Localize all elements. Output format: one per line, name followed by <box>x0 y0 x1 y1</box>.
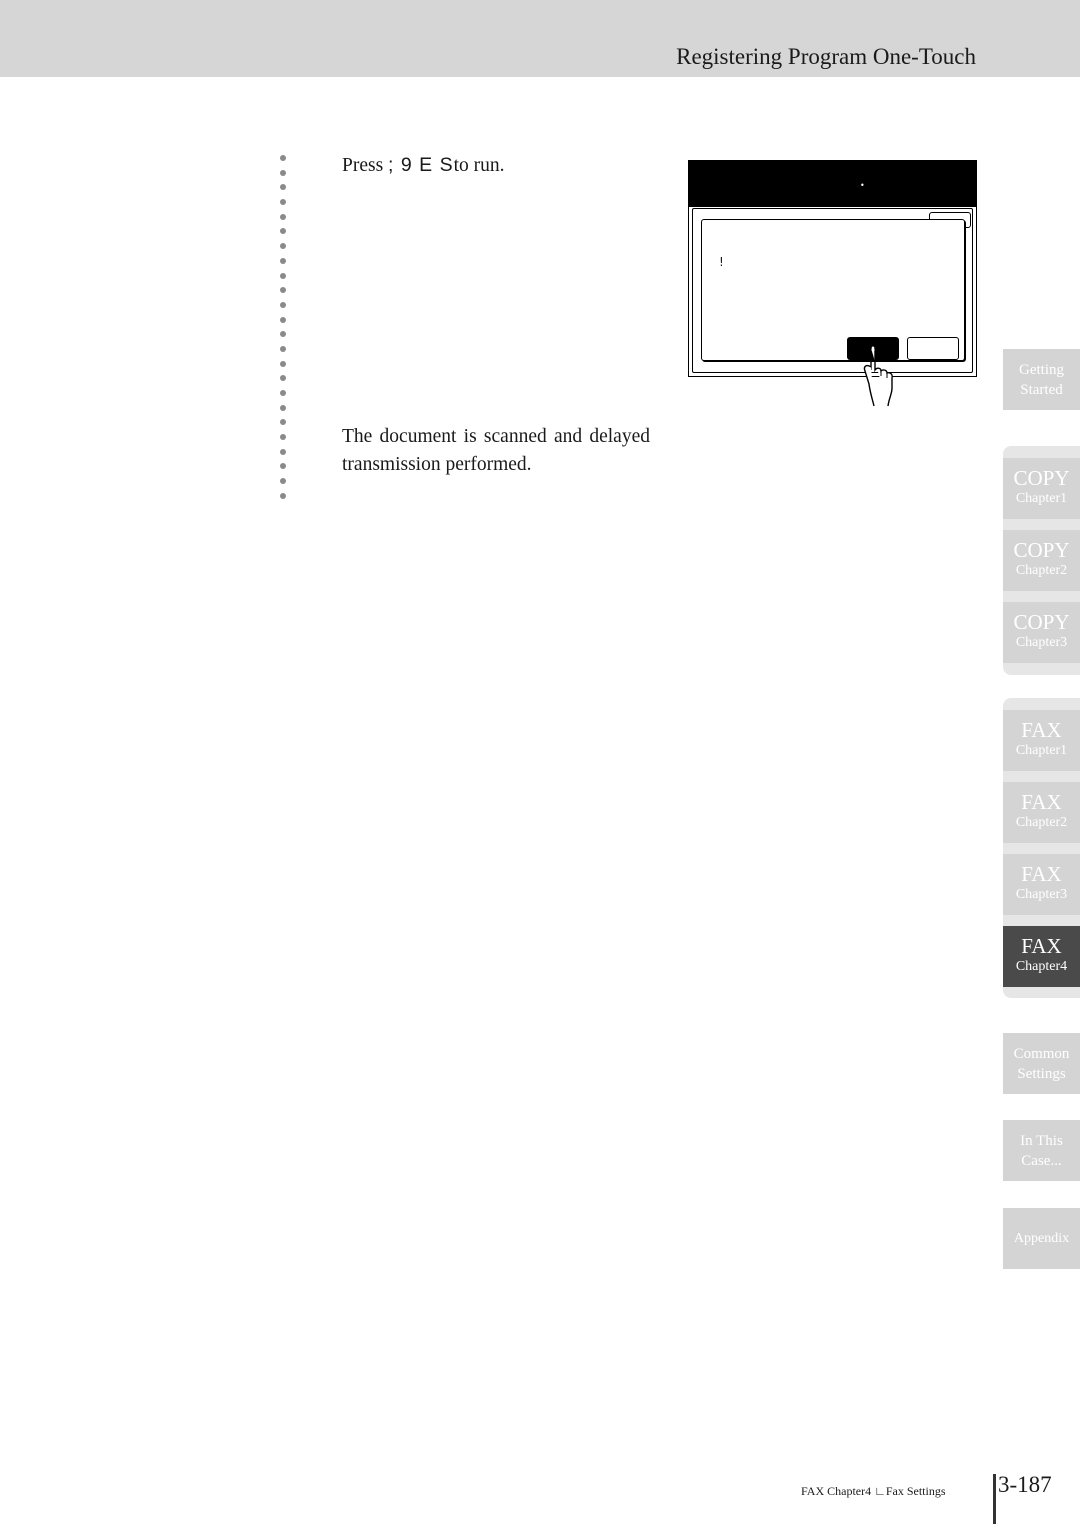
tab-copy-chapter2[interactable]: COPY Chapter2 <box>1003 530 1080 591</box>
footer-section-label: FAX Chapter4 ∟Fax Settings <box>801 1484 946 1498</box>
step-result-text: The document is scanned and delayed tran… <box>342 426 650 475</box>
tab-copy-chapter3[interactable]: COPY Chapter3 <box>1003 602 1080 663</box>
page-number: 3-187 <box>998 1472 1052 1497</box>
button-name-glyphs: ; 9 E S <box>388 154 454 176</box>
step-instruction-press: Press ; 9 E Sto run. <box>342 151 505 180</box>
tab-fax-chapter1[interactable]: FAX Chapter1 <box>1003 710 1080 771</box>
step-suffix: to run. <box>453 155 505 176</box>
dialog-no-button[interactable] <box>907 337 959 360</box>
tab-copy-chapter1[interactable]: COPY Chapter1 <box>1003 458 1080 519</box>
dialog-message: ! <box>719 255 724 269</box>
tab-in-this-case[interactable]: In This Case... <box>1003 1120 1080 1181</box>
tab-appendix[interactable]: Appendix <box>1003 1208 1080 1269</box>
tab-fax-chapter3[interactable]: FAX Chapter3 <box>1003 854 1080 915</box>
step-divider-dots <box>280 155 286 508</box>
step-prefix: Press <box>342 155 389 176</box>
footer-divider <box>993 1474 996 1524</box>
tab-fax-chapter4[interactable]: FAX Chapter4 <box>1003 926 1080 987</box>
tab-getting-started[interactable]: Getting Started <box>1003 349 1080 410</box>
confirmation-dialog: ! <box>701 219 965 361</box>
screen-body: ! <box>688 207 977 377</box>
page-header-title: Registering Program One-Touch <box>676 44 976 69</box>
screen-title-dot: • <box>860 181 865 190</box>
screen-title-bar: • <box>688 160 977 207</box>
hand-pointer-icon <box>863 345 893 407</box>
tab-common-settings[interactable]: Common Settings <box>1003 1033 1080 1094</box>
tab-fax-chapter2[interactable]: FAX Chapter2 <box>1003 782 1080 843</box>
touch-panel-illustration: • ! <box>688 160 977 378</box>
